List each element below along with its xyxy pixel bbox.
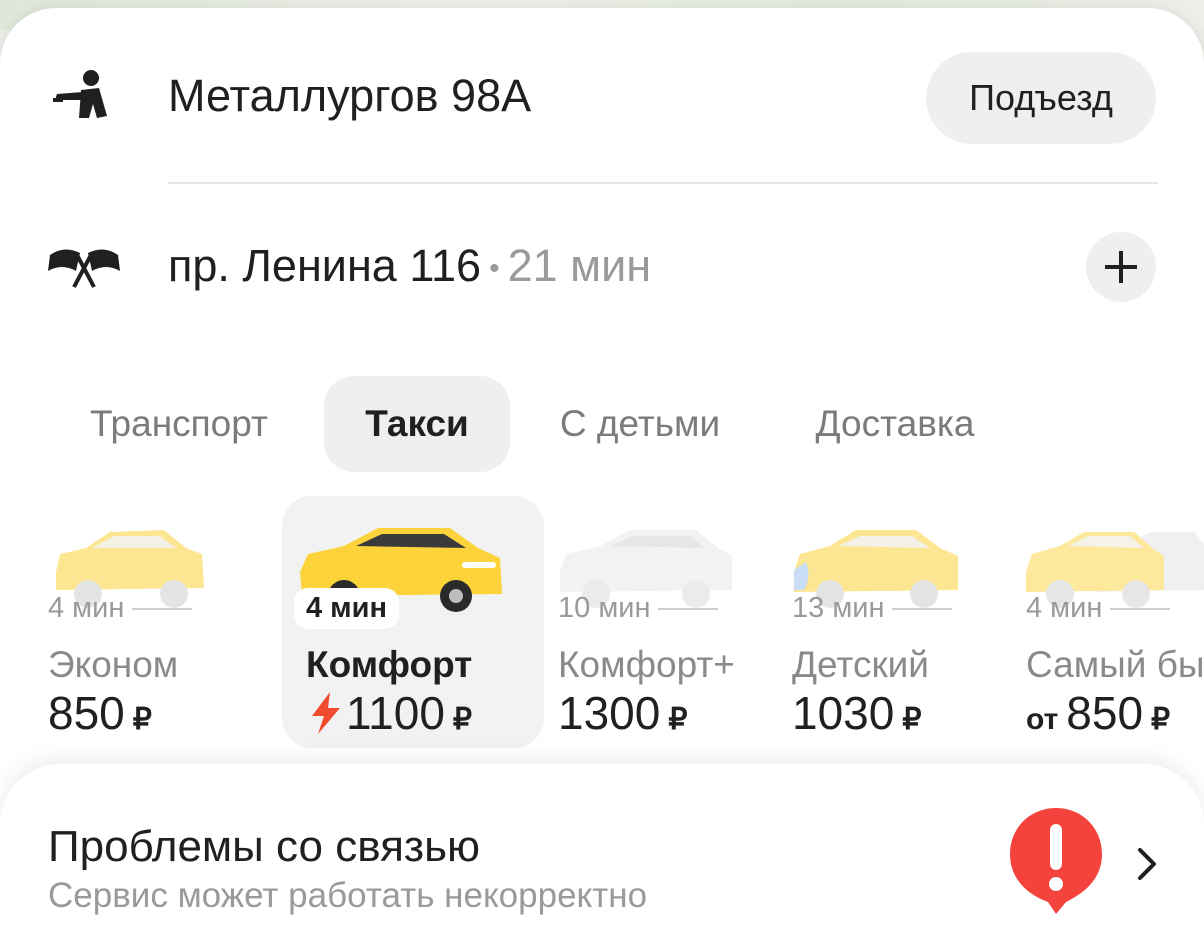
surge-lightning-icon — [312, 692, 340, 734]
tariff-eta: 4 мин — [1026, 592, 1171, 625]
entrance-button[interactable]: Подъезд — [926, 52, 1156, 144]
tariff-eta: 4 мин — [48, 592, 193, 625]
tariff-card-comfort[interactable]: 4 мин Комфорт 1100 ₽ — [282, 496, 544, 748]
add-stop-button[interactable] — [1086, 232, 1156, 302]
service-tabs: Транспорт Такси С детьми Доставка — [0, 376, 1204, 472]
tariff-eta: 4 мин — [294, 588, 399, 629]
route-divider — [168, 182, 1158, 184]
alert-icon — [1010, 808, 1102, 914]
tariff-carousel[interactable]: 4 мин Эконом 850₽ 4 мин Комфорт 1100₽ — [0, 496, 1204, 748]
tariff-name: Комфорт+ — [558, 644, 735, 685]
tariff-price: 1030 ₽ — [792, 687, 922, 739]
tariff-name: Самый бы — [1026, 644, 1204, 685]
separator-dot: • — [489, 252, 500, 286]
tariff-price: 1300 ₽ — [558, 687, 688, 739]
tariff-name: Эконом — [48, 644, 179, 685]
price-prefix: от — [1026, 703, 1059, 736]
pickup-address[interactable]: Металлургов 98А — [168, 70, 531, 122]
tab-transport[interactable]: Транспорт — [64, 376, 294, 472]
tariff-card-fastest[interactable]: 4 мин Самый бы от 850 ₽ — [1024, 496, 1204, 748]
pickup-person-icon — [44, 66, 124, 126]
tab-delivery[interactable]: Доставка — [790, 376, 1000, 472]
tariff-eta: 13 мин — [792, 592, 953, 625]
chevron-right-icon[interactable] — [1134, 844, 1160, 884]
tariff-name: Детский — [792, 644, 929, 685]
plus-icon — [1105, 251, 1137, 283]
tariff-price: от 850 ₽ — [1026, 687, 1171, 739]
tab-taxi[interactable]: Такси — [324, 376, 510, 472]
tariff-card-kids[interactable]: 13 мин Детский 1030 ₽ — [790, 496, 1010, 748]
finish-flags-icon — [44, 236, 124, 296]
tariff-card-comfort-plus[interactable]: 10 мин Комфорт+ 1300 ₽ — [556, 496, 776, 748]
destination-address[interactable]: пр. Ленина 116 • 21 мин — [168, 240, 651, 292]
tariff-price: 850 ₽ — [48, 687, 152, 739]
tariff-eta: 10 мин — [558, 592, 719, 625]
connection-problem-card[interactable]: Проблемы со связью Сервис может работать… — [0, 764, 1204, 936]
route-to-row[interactable]: пр. Ленина 116 • 21 мин — [0, 226, 1204, 306]
notice-subtitle: Сервис может работать некорректно — [48, 876, 648, 915]
destination-label: пр. Ленина 116 — [168, 240, 482, 291]
tariff-price: 1100 ₽ — [310, 686, 472, 740]
travel-time: 21 мин — [507, 240, 652, 291]
notice-title: Проблемы со связью — [48, 822, 481, 871]
tab-with-kids[interactable]: С детьми — [540, 376, 740, 472]
tariff-card-econom[interactable]: 4 мин Эконом 850 ₽ — [0, 496, 260, 748]
tariff-name: Комфорт — [306, 644, 473, 685]
